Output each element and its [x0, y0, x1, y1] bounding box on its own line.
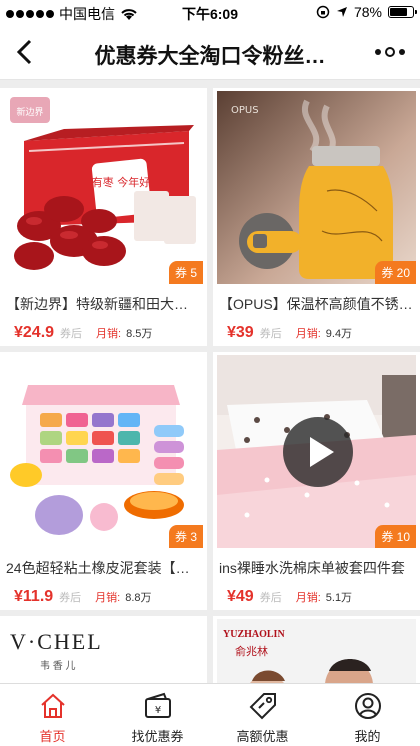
- product-image: YUZHAOLIN 俞兆林: [217, 619, 416, 683]
- tab-label: 高额优惠: [236, 729, 289, 744]
- product-meta: ¥24.9 券后 月销: 8.5万: [0, 324, 207, 342]
- sales-count: 5.1万: [325, 592, 353, 604]
- product-meta: ¥11.9 券后 月销: 8.8万: [0, 588, 207, 606]
- dates-bag-text: 有枣 今年好: [92, 175, 151, 189]
- brand-logo: V·CHEL: [10, 629, 103, 654]
- sales-label: 月销:: [295, 592, 321, 604]
- tab-home[interactable]: 首页: [0, 684, 105, 746]
- after-coupon-label: 券后: [259, 328, 282, 340]
- price-tag-icon: [249, 693, 276, 720]
- home-icon: [40, 693, 65, 718]
- product-card[interactable]: 券 3 24色超轻粘土橡皮泥套装【收… ¥11.9 券后 月销: 8.8万: [0, 352, 207, 610]
- tab-label: 首页: [39, 729, 66, 744]
- price: ¥49: [227, 588, 254, 605]
- product-grid: 新边界 有枣 今年好 券 5 【新边界】特级新疆和田大枣… ¥24.9 券后 月…: [0, 88, 420, 683]
- battery-percent: 78%: [353, 4, 382, 20]
- sales-label: 月销:: [95, 592, 121, 604]
- model-photo: [250, 659, 373, 683]
- after-coupon-label: 券后: [60, 328, 83, 340]
- price: ¥39: [227, 324, 254, 341]
- product-name: 【新边界】特级新疆和田大枣…: [6, 296, 202, 312]
- coupon-badge: 券 20: [375, 261, 416, 284]
- product-image: OPUS 券 20: [217, 91, 416, 284]
- product-meta: ¥39 券后 月销: 9.4万: [213, 324, 420, 342]
- back-arrow-icon[interactable]: [8, 34, 44, 70]
- dates-badge-text: 新边界: [16, 106, 43, 118]
- nav-bar: 优惠券大全淘口令粉丝…: [0, 26, 420, 80]
- product-name: ins裸睡水洗棉床单被套四件套: [219, 560, 405, 576]
- dates-product-image: 新边界 有枣 今年好: [4, 91, 203, 284]
- opus-logo-text: OPUS: [231, 105, 259, 116]
- play-video-icon[interactable]: [283, 417, 353, 487]
- product-image: 券 3: [4, 355, 203, 548]
- price: ¥11.9: [14, 588, 54, 605]
- location-icon: [336, 7, 347, 17]
- sales-label: 月销:: [96, 328, 122, 340]
- svg-text:¥: ¥: [154, 705, 160, 716]
- sales-label: 月销:: [295, 328, 321, 340]
- product-card[interactable]: OPUS 券 20 【OPUS】保温杯高颜值不锈… ¥39 券后 月销: 9.4…: [213, 88, 420, 346]
- product-name: 【OPUS】保温杯高颜值不锈…: [219, 296, 413, 312]
- tab-find-coupons[interactable]: ¥ 找优惠券: [105, 684, 210, 746]
- product-card[interactable]: YUZHAOLIN 俞兆林: [213, 616, 420, 683]
- page-title: 优惠券大全淘口令粉丝…: [94, 45, 326, 68]
- sales-count: 9.4万: [325, 328, 353, 340]
- product-image: 新边界 有枣 今年好 券 5: [4, 91, 203, 284]
- brand-subtitle: 韦 香 儿: [40, 661, 76, 672]
- status-bar: 中国电信 下午6:09 78%: [0, 0, 420, 26]
- product-meta: ¥49 券后 月销: 5.1万: [213, 588, 420, 606]
- after-coupon-label: 券后: [59, 592, 82, 604]
- product-image: V·CHEL 韦 香 儿: [4, 619, 203, 683]
- rotation-lock-icon: [316, 5, 330, 19]
- coupon-wallet-icon: ¥: [144, 692, 171, 718]
- coupon-badge: 券 10: [375, 525, 416, 548]
- battery-icon: [388, 6, 417, 18]
- coupon-badge: 券 5: [168, 261, 203, 284]
- tab-mine[interactable]: 我的: [315, 684, 420, 746]
- product-name: 24色超轻粘土橡皮泥套装【收…: [6, 560, 204, 576]
- more-options-icon[interactable]: [372, 38, 408, 66]
- clay-product-image: [4, 355, 203, 548]
- tab-label: 找优惠券: [131, 729, 184, 744]
- sales-count: 8.8万: [125, 592, 152, 604]
- product-image: 券 10: [217, 355, 416, 548]
- tab-label: 我的: [354, 729, 381, 744]
- after-coupon-label: 券后: [259, 592, 282, 604]
- product-card[interactable]: 券 10 ins裸睡水洗棉床单被套四件套 ¥49 券后 月销: 5.1万: [213, 352, 420, 610]
- sales-count: 8.5万: [126, 328, 153, 340]
- price: ¥24.9: [14, 324, 55, 341]
- tab-bar: 首页 ¥ 找优惠券 高额优惠 我的: [0, 683, 420, 746]
- thermos-product-image: OPUS: [217, 91, 416, 284]
- coupon-badge: 券 3: [168, 525, 203, 548]
- product-card[interactable]: 新边界 有枣 今年好 券 5 【新边界】特级新疆和田大枣… ¥24.9 券后 月…: [0, 88, 207, 346]
- tab-high-discount[interactable]: 高额优惠: [210, 684, 315, 746]
- product-card[interactable]: V·CHEL 韦 香 儿: [0, 616, 207, 683]
- user-icon: [354, 693, 381, 719]
